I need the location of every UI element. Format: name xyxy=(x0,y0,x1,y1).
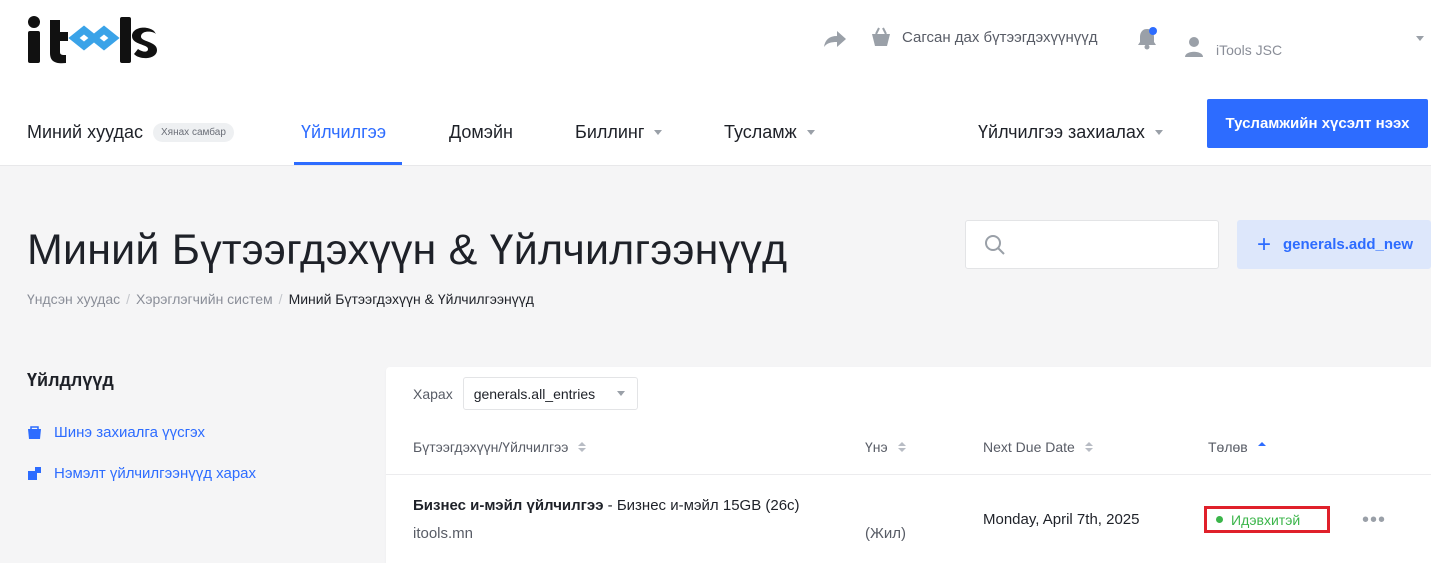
itools-logo[interactable] xyxy=(26,14,176,64)
nav-support-label: Тусламж xyxy=(724,121,797,142)
user-name: iTools JSC xyxy=(1216,42,1283,58)
nav-domain-label: Домэйн xyxy=(449,121,513,142)
product-name-cell[interactable]: Бизнес и-мэйл үйлчилгээ - Бизнес и-мэйл … xyxy=(413,497,800,514)
product-due-date: Monday, April 7th, 2025 xyxy=(983,511,1140,528)
top-header: Сагсан дах бүтээгдэхүүнүүд iTools JSC Ми… xyxy=(0,0,1431,166)
sidebar-title: Үйлдлүүд xyxy=(27,370,114,390)
view-select[interactable]: generals.all_entries xyxy=(462,377,639,410)
plus-icon: + xyxy=(1257,230,1272,258)
chevron-down-icon xyxy=(617,391,626,396)
column-header-price[interactable]: Үнэ xyxy=(865,439,906,455)
open-ticket-button[interactable]: Тусламжийн хүсэлт нээх xyxy=(1207,99,1428,148)
nav-order-label: Үйлчилгээ захиалах xyxy=(978,121,1145,142)
nav-billing[interactable]: Биллинг xyxy=(575,98,663,166)
cart-label: Сагсан дах бүтээгдэхүүнүүд xyxy=(902,28,1098,46)
sort-icon xyxy=(1084,442,1093,452)
column-header-product-label: Бүтээгдэхүүн/Үйлчилгээ xyxy=(413,439,569,455)
more-actions-icon[interactable]: ••• xyxy=(1362,509,1386,532)
column-header-due-date-label: Next Due Date xyxy=(983,439,1075,455)
column-header-product[interactable]: Бүтээгдэхүүн/Үйлчилгээ xyxy=(413,439,587,455)
add-new-button[interactable]: + generals.add_new xyxy=(1237,220,1431,269)
chevron-down-icon xyxy=(654,129,663,135)
dashboard-badge: Хянах самбар xyxy=(153,122,234,142)
new-order-link[interactable]: Шинэ захиалга үүсгэх xyxy=(27,424,205,441)
user-menu-caret-icon[interactable] xyxy=(1416,36,1424,41)
breadcrumb-client-area[interactable]: Хэрэглэгчийн систем xyxy=(136,291,273,307)
search-input[interactable] xyxy=(1018,231,1208,259)
cart-link[interactable]: Сагсан дах бүтээгдэхүүнүүд xyxy=(870,26,1098,48)
nav-support[interactable]: Тусламж xyxy=(724,98,815,166)
column-header-due-date[interactable]: Next Due Date xyxy=(983,439,1093,455)
new-order-label: Шинэ захиалга үүсгэх xyxy=(54,424,206,441)
product-name: Бизнес и-мэйл үйлчилгээ xyxy=(413,497,604,514)
column-header-status[interactable]: Төлөв xyxy=(1208,439,1266,455)
nav-billing-label: Биллинг xyxy=(575,121,645,142)
chevron-down-icon xyxy=(1154,129,1163,135)
nav-services-label: Үйлчилгээ xyxy=(301,121,387,142)
nav-order[interactable]: Үйлчилгээ захиалах xyxy=(978,98,1163,166)
products-panel: Харах generals.all_entries Бүтээгдэхүүн/… xyxy=(386,367,1431,563)
active-tab-indicator xyxy=(294,162,402,165)
status-badge: Идэвхитэй xyxy=(1204,506,1330,533)
search-box[interactable] xyxy=(965,220,1219,269)
product-price: (Жил) xyxy=(865,525,906,542)
breadcrumb-separator: / xyxy=(278,291,283,307)
nav-services[interactable]: Үйлчилгээ xyxy=(301,98,386,166)
column-header-status-label: Төлөв xyxy=(1208,439,1248,455)
share-icon[interactable] xyxy=(822,28,848,50)
sort-icon xyxy=(578,442,587,452)
breadcrumb-home[interactable]: Үндсэн хуудас xyxy=(27,291,120,307)
nav-domain[interactable]: Домэйн xyxy=(449,98,513,166)
cart-icon xyxy=(28,426,41,439)
user-menu[interactable]: iTools JSC xyxy=(1184,26,1282,58)
view-label: Харах xyxy=(413,385,453,402)
search-icon xyxy=(985,235,1005,255)
nav-home[interactable]: Миний хуудас Хянах самбар xyxy=(27,98,234,166)
user-icon xyxy=(1185,37,1203,57)
bell-icon[interactable] xyxy=(1136,26,1158,50)
add-new-label: generals.add_new xyxy=(1283,236,1414,253)
basket-icon xyxy=(872,27,890,46)
breadcrumb: Үндсэн хуудас / Хэрэглэгчийн систем / Ми… xyxy=(27,291,534,307)
sort-icon xyxy=(897,442,906,452)
view-select-value: generals.all_entries xyxy=(473,385,596,402)
status-dot-icon xyxy=(1216,516,1223,523)
column-header-price-label: Үнэ xyxy=(865,439,888,455)
breadcrumb-separator: / xyxy=(126,291,130,307)
product-detail: - Бизнес и-мэйл 15GB (26с) xyxy=(603,497,800,514)
page-title: Миний Бүтээгдэхүүн & Үйлчилгээнүүд xyxy=(27,226,788,274)
header-divider xyxy=(386,474,1431,475)
chevron-down-icon xyxy=(806,129,815,135)
product-domain: itools.mn xyxy=(413,525,474,542)
addons-label: Нэмэлт үйлчилгээнүүд харах xyxy=(54,465,257,482)
sort-icon xyxy=(1257,442,1266,452)
addons-icon xyxy=(28,467,41,480)
breadcrumb-current: Миний Бүтээгдэхүүн & Үйлчилгээнүүд xyxy=(288,291,534,307)
status-label: Идэвхитэй xyxy=(1231,511,1301,528)
nav-home-label: Миний хуудас xyxy=(27,121,144,142)
view-filter: Харах generals.all_entries xyxy=(413,377,639,410)
addons-link[interactable]: Нэмэлт үйлчилгээнүүд харах xyxy=(27,465,256,482)
